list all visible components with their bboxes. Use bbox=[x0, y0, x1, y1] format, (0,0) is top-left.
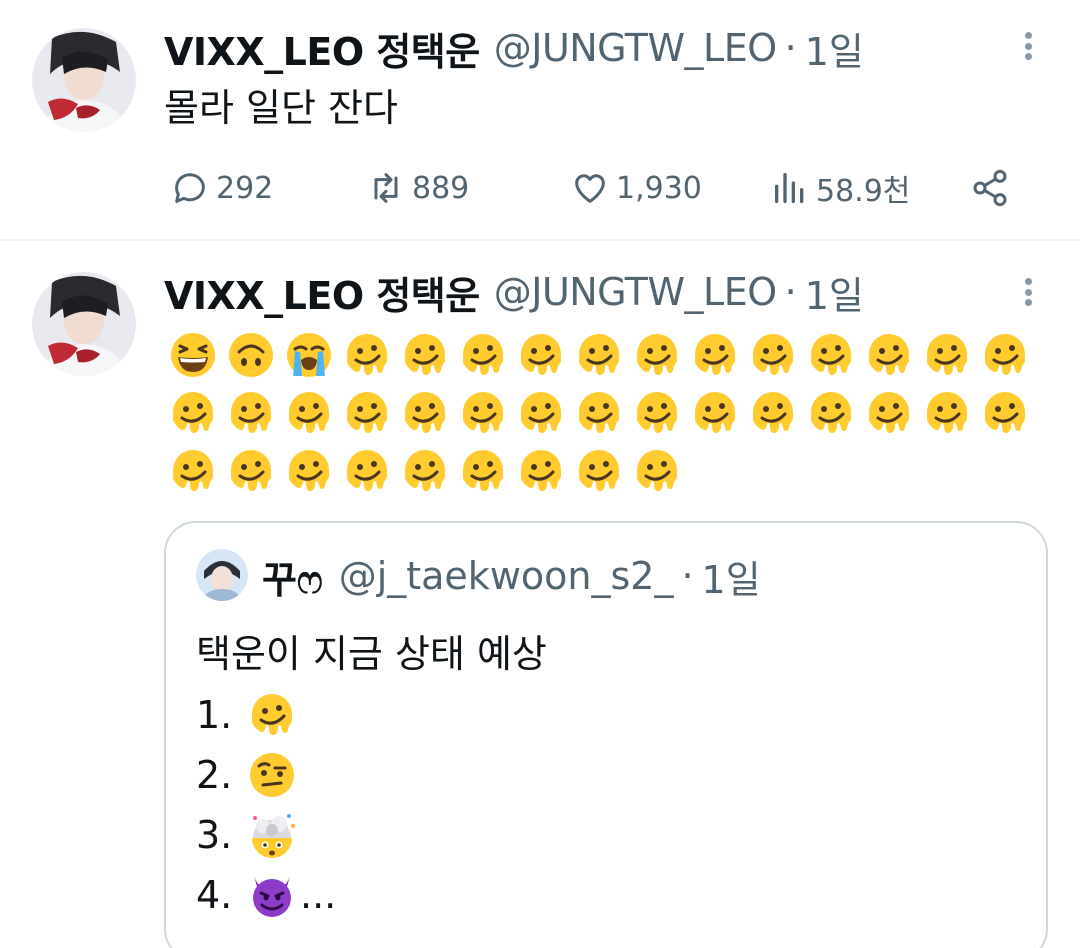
display-name[interactable]: VIXX_LEO 정택운 bbox=[164, 21, 480, 76]
user-handle[interactable]: @JUNGTW_LEO bbox=[494, 26, 777, 70]
melting-face-icon bbox=[338, 442, 396, 500]
melting-face-icon bbox=[164, 384, 222, 442]
views-button[interactable]: 58.9천 bbox=[770, 160, 910, 216]
retweet-icon bbox=[374, 173, 398, 203]
reply-button[interactable]: 292 bbox=[170, 160, 273, 216]
quote-profile-photo bbox=[196, 549, 248, 601]
upside-down-face-icon bbox=[222, 326, 280, 384]
emoji-row-1 bbox=[164, 326, 1034, 384]
melting-face-icon bbox=[686, 384, 744, 442]
face-with-raised-eyebrow-icon bbox=[244, 747, 300, 803]
melting-face-icon bbox=[396, 384, 454, 442]
reply-icon bbox=[175, 173, 205, 203]
avatar[interactable] bbox=[32, 272, 136, 376]
quote-text: 택운이 지금 상태 예상 bbox=[196, 632, 547, 676]
melting-face-icon bbox=[512, 384, 570, 442]
heart-icon bbox=[575, 174, 605, 203]
melting-face-icon bbox=[280, 384, 338, 442]
melting-face-icon bbox=[918, 326, 976, 384]
melting-face-icon bbox=[512, 326, 570, 384]
avatar[interactable] bbox=[32, 28, 136, 132]
melting-face-icon bbox=[628, 326, 686, 384]
melting-face-icon bbox=[686, 326, 744, 384]
melting-face-icon bbox=[570, 442, 628, 500]
separator-dot: · bbox=[784, 270, 797, 314]
separator-dot: · bbox=[681, 554, 694, 598]
melting-face-icon bbox=[338, 326, 396, 384]
retweet-button[interactable]: 889 bbox=[366, 160, 469, 216]
tweet-1[interactable]: VIXX_LEO 정택운 @JUNGTW_LEO · 1일 몰라 일단 잔다 2… bbox=[0, 0, 1080, 240]
melting-face-icon bbox=[976, 384, 1034, 442]
melting-face-icon bbox=[802, 384, 860, 442]
melting-face-icon bbox=[860, 384, 918, 442]
reply-count: 292 bbox=[216, 170, 274, 206]
share-icon bbox=[973, 169, 1007, 207]
timestamp[interactable]: 1일 bbox=[805, 21, 864, 76]
quote-header: 꾸ෆ @j_taekwoon_s2_ · 1일 bbox=[262, 549, 761, 604]
melting-face-icon bbox=[628, 442, 686, 500]
share-button[interactable] bbox=[970, 160, 1016, 216]
quote-list-item: 1. bbox=[196, 685, 547, 745]
melting-face-icon bbox=[244, 687, 300, 743]
quote-display-name[interactable]: 꾸ෆ bbox=[262, 549, 323, 604]
melting-face-icon bbox=[280, 442, 338, 500]
melting-face-icon bbox=[976, 326, 1034, 384]
melting-face-icon bbox=[454, 442, 512, 500]
melting-face-icon bbox=[570, 326, 628, 384]
melting-face-icon bbox=[454, 384, 512, 442]
profile-photo bbox=[32, 272, 136, 376]
melting-face-icon bbox=[454, 326, 512, 384]
melting-face-icon bbox=[164, 442, 222, 500]
melting-face-icon bbox=[396, 442, 454, 500]
quoted-tweet[interactable]: 꾸ෆ @j_taekwoon_s2_ · 1일 택운이 지금 상태 예상 1. … bbox=[164, 521, 1048, 948]
like-button[interactable]: 1,930 bbox=[570, 160, 702, 216]
melting-face-icon bbox=[628, 384, 686, 442]
smiling-face-with-horns-icon bbox=[244, 867, 300, 923]
quote-avatar[interactable] bbox=[196, 549, 248, 601]
melting-face-icon bbox=[802, 326, 860, 384]
melting-face-icon bbox=[512, 442, 570, 500]
tweet-text: 몰라 일단 잔다 bbox=[164, 86, 398, 130]
separator-dot: · bbox=[784, 26, 797, 70]
melting-face-icon bbox=[222, 442, 280, 500]
retweet-count: 889 bbox=[412, 170, 470, 206]
exploding-head-icon bbox=[244, 807, 300, 863]
emoji-row-2 bbox=[164, 384, 1034, 442]
tweet-header: VIXX_LEO 정택운 @JUNGTW_LEO · 1일 bbox=[164, 20, 864, 76]
like-count: 1,930 bbox=[616, 170, 702, 206]
more-options-icon[interactable] bbox=[1016, 26, 1040, 66]
loudly-crying-face-icon bbox=[280, 326, 338, 384]
melting-face-icon bbox=[338, 384, 396, 442]
melting-face-icon bbox=[222, 384, 280, 442]
display-name[interactable]: VIXX_LEO 정택운 bbox=[164, 265, 480, 320]
emoji-row-3 bbox=[164, 442, 686, 500]
quote-user-handle[interactable]: @j_taekwoon_s2_ bbox=[339, 554, 674, 598]
more-options-icon[interactable] bbox=[1016, 272, 1040, 312]
grinning-squinting-face-icon bbox=[164, 326, 222, 384]
quote-list-item: 2. bbox=[196, 745, 547, 805]
views-count: 58.9천 bbox=[816, 174, 911, 209]
quote-timestamp[interactable]: 1일 bbox=[702, 549, 761, 604]
user-handle[interactable]: @JUNGTW_LEO bbox=[494, 270, 777, 314]
action-bar: 292 889 1,930 58.9천 bbox=[164, 160, 1024, 216]
melting-face-icon bbox=[570, 384, 628, 442]
tweet-2[interactable]: VIXX_LEO 정택운 @JUNGTW_LEO · 1일 꾸ෆ @j_taek… bbox=[0, 240, 1080, 948]
tweet-header: VIXX_LEO 정택운 @JUNGTW_LEO · 1일 bbox=[164, 264, 864, 320]
melting-face-icon bbox=[396, 326, 454, 384]
profile-photo bbox=[32, 28, 136, 132]
views-chart-icon bbox=[775, 173, 804, 203]
quote-text-block: 택운이 지금 상태 예상 1. 2. 3. 4. ... bbox=[196, 623, 547, 925]
melting-face-icon bbox=[744, 326, 802, 384]
quote-list-item: 4. ... bbox=[196, 865, 547, 925]
quote-list-item: 3. bbox=[196, 805, 547, 865]
timestamp[interactable]: 1일 bbox=[805, 265, 864, 320]
melting-face-icon bbox=[918, 384, 976, 442]
melting-face-icon bbox=[860, 326, 918, 384]
melting-face-icon bbox=[744, 384, 802, 442]
